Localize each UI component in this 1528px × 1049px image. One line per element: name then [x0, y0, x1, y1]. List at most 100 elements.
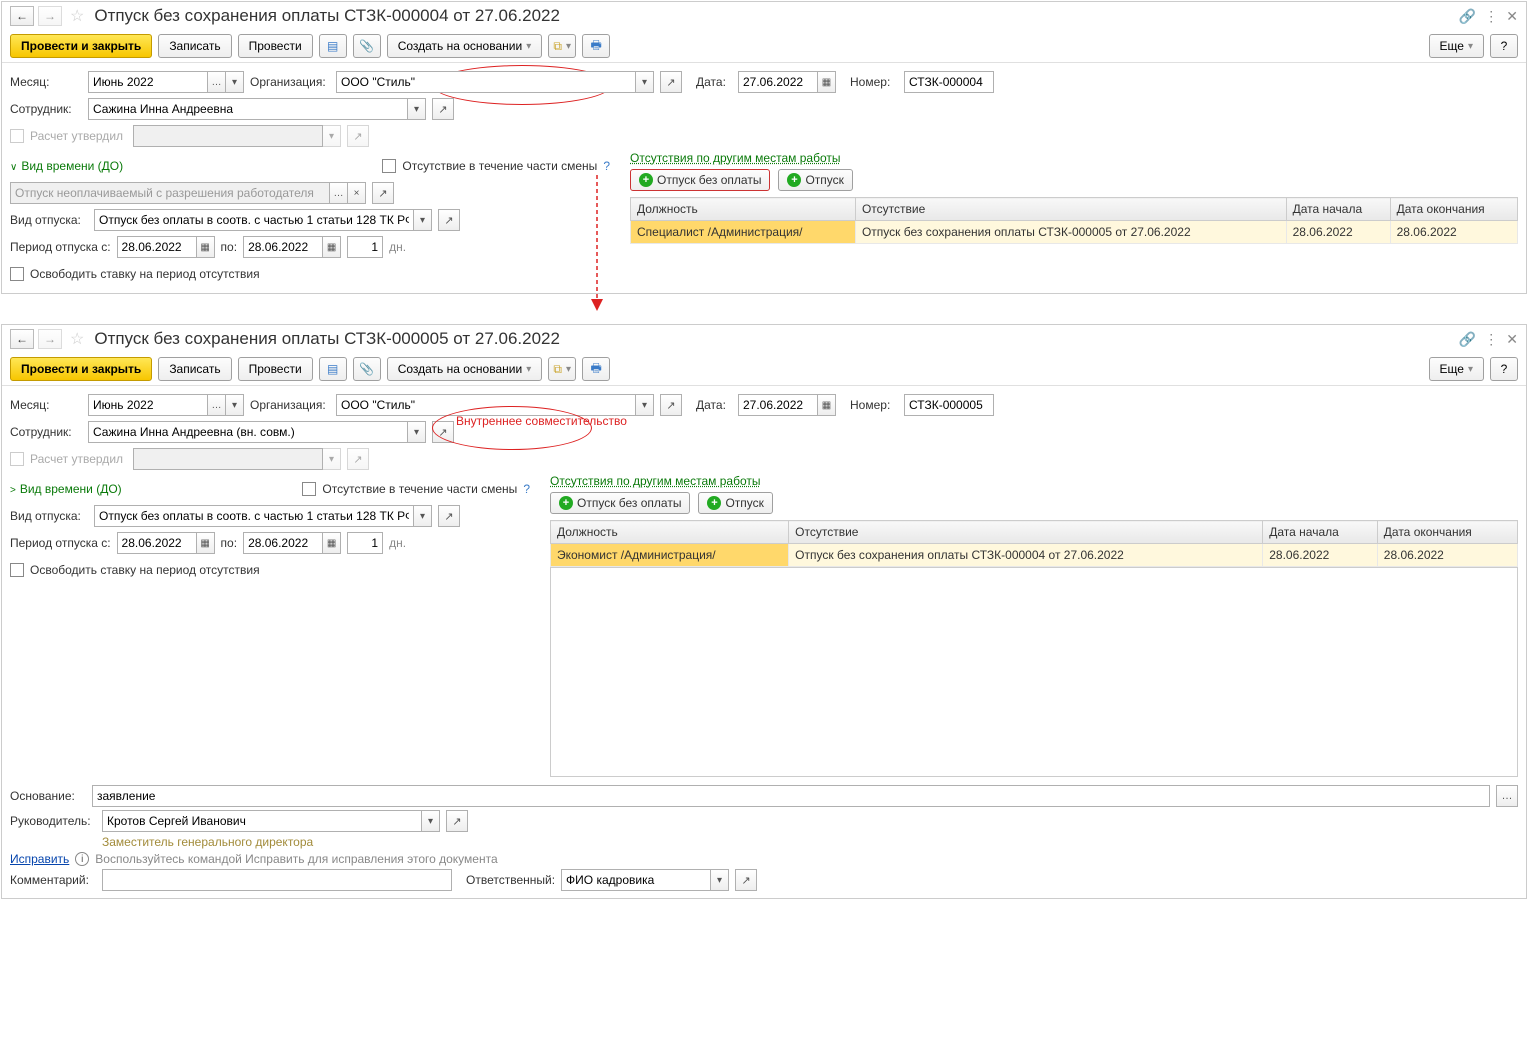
nav-back-button[interactable]: ←	[10, 329, 34, 349]
col-start[interactable]: Дата начала	[1286, 198, 1390, 221]
col-position[interactable]: Должность	[631, 198, 856, 221]
fix-link[interactable]: Исправить	[10, 852, 69, 866]
month-stepper[interactable]: ▾	[226, 394, 244, 416]
post-and-close-button[interactable]: Провести и закрыть	[10, 34, 152, 58]
absences-grid[interactable]: Должность Отсутствие Дата начала Дата ок…	[630, 197, 1518, 244]
create-on-basis-button[interactable]: Создать на основании ▾	[387, 357, 543, 381]
month-input[interactable]	[88, 71, 208, 93]
org-input[interactable]	[336, 71, 636, 93]
org-dropdown-button[interactable]: ▾	[636, 71, 654, 93]
list-view-button[interactable]: ▤	[319, 34, 347, 58]
col-end[interactable]: Дата окончания	[1390, 198, 1517, 221]
time-type-clear[interactable]: ×	[348, 182, 366, 204]
print-button[interactable]: 🖶	[582, 357, 610, 381]
favorite-star-icon[interactable]: ☆	[70, 6, 84, 26]
month-picker-button[interactable]: …	[208, 394, 226, 416]
time-type-open-button[interactable]: ↗	[372, 182, 394, 204]
create-unpaid-leave-button[interactable]: + Отпуск без оплаты	[550, 492, 690, 514]
col-start[interactable]: Дата начала	[1263, 521, 1378, 544]
comment-input[interactable]	[102, 869, 452, 891]
col-absence[interactable]: Отсутствие	[855, 198, 1286, 221]
attachment-button[interactable]: 📎	[353, 357, 381, 381]
nav-forward-button[interactable]: →	[38, 6, 62, 26]
grid-empty-area[interactable]	[550, 567, 1518, 777]
time-type-picker[interactable]: …	[330, 182, 348, 204]
org-open-button[interactable]: ↗	[660, 394, 682, 416]
partial-shift-help-icon[interactable]: ?	[603, 159, 610, 173]
close-icon[interactable]: ✕	[1506, 331, 1518, 348]
days-input[interactable]	[347, 236, 383, 258]
nav-back-button[interactable]: ←	[10, 6, 34, 26]
absences-other-jobs-link[interactable]: Отсутствия по другим местам работы	[550, 474, 760, 488]
vac-type-input[interactable]	[94, 209, 414, 231]
period-to-picker[interactable]: ▦	[323, 236, 341, 258]
col-absence[interactable]: Отсутствие	[789, 521, 1263, 544]
basis-input[interactable]	[92, 785, 1490, 807]
vac-type-open-button[interactable]: ↗	[438, 209, 460, 231]
responsible-input[interactable]	[561, 869, 711, 891]
date-input[interactable]	[738, 394, 818, 416]
period-to-picker[interactable]: ▦	[323, 532, 341, 554]
favorite-star-icon[interactable]: ☆	[70, 329, 84, 349]
time-type-collapsible[interactable]: Вид времени (ДО)	[10, 159, 123, 173]
employee-open-button[interactable]: ↗	[432, 98, 454, 120]
date-picker-button[interactable]: ▦	[818, 394, 836, 416]
period-from-picker[interactable]: ▦	[197, 236, 215, 258]
absences-other-jobs-link[interactable]: Отсутствия по другим местам работы	[630, 151, 840, 165]
col-end[interactable]: Дата окончания	[1377, 521, 1517, 544]
vac-type-input[interactable]	[94, 505, 414, 527]
absences-grid[interactable]: Должность Отсутствие Дата начала Дата ок…	[550, 520, 1518, 567]
partial-shift-checkbox[interactable]	[382, 159, 396, 173]
period-to-input[interactable]	[243, 236, 323, 258]
post-button[interactable]: Провести	[238, 34, 313, 58]
month-stepper[interactable]: ▾	[226, 71, 244, 93]
period-from-picker[interactable]: ▦	[197, 532, 215, 554]
link-icon[interactable]: 🔗	[1459, 8, 1476, 25]
create-unpaid-leave-button[interactable]: + Отпуск без оплаты	[630, 169, 770, 191]
vac-type-open-button[interactable]: ↗	[438, 505, 460, 527]
kebab-menu-icon[interactable]: ⋮	[1484, 331, 1498, 348]
copy-dropdown-button[interactable]: ⧉▾	[548, 34, 576, 58]
period-from-input[interactable]	[117, 532, 197, 554]
month-picker-button[interactable]: …	[208, 71, 226, 93]
period-to-input[interactable]	[243, 532, 323, 554]
org-input[interactable]	[336, 394, 636, 416]
save-button[interactable]: Записать	[158, 34, 231, 58]
org-open-button[interactable]: ↗	[660, 71, 682, 93]
manager-dropdown[interactable]: ▾	[422, 810, 440, 832]
copy-dropdown-button[interactable]: ⧉▾	[548, 357, 576, 381]
vac-type-dropdown[interactable]: ▾	[414, 505, 432, 527]
more-button[interactable]: Еще ▾	[1429, 34, 1484, 58]
responsible-dropdown[interactable]: ▾	[711, 869, 729, 891]
date-picker-button[interactable]: ▦	[818, 71, 836, 93]
org-dropdown-button[interactable]: ▾	[636, 394, 654, 416]
save-button[interactable]: Записать	[158, 357, 231, 381]
number-input[interactable]	[904, 394, 994, 416]
partial-shift-checkbox[interactable]	[302, 482, 316, 496]
print-button[interactable]: 🖶	[582, 34, 610, 58]
attachment-button[interactable]: 📎	[353, 34, 381, 58]
free-rate-checkbox[interactable]	[10, 563, 24, 577]
employee-open-button[interactable]: ↗	[432, 421, 454, 443]
post-button[interactable]: Провести	[238, 357, 313, 381]
free-rate-checkbox[interactable]	[10, 267, 24, 281]
employee-input[interactable]	[88, 421, 408, 443]
create-leave-button[interactable]: + Отпуск	[778, 169, 852, 191]
employee-input[interactable]	[88, 98, 408, 120]
responsible-open-button[interactable]: ↗	[735, 869, 757, 891]
basis-expand-button[interactable]: …	[1496, 785, 1518, 807]
post-and-close-button[interactable]: Провести и закрыть	[10, 357, 152, 381]
create-leave-button[interactable]: + Отпуск	[698, 492, 772, 514]
link-icon[interactable]: 🔗	[1459, 331, 1476, 348]
partial-shift-help-icon[interactable]: ?	[523, 482, 530, 496]
table-row[interactable]: Экономист /Администрация/ Отпуск без сох…	[551, 544, 1518, 567]
close-icon[interactable]: ✕	[1506, 8, 1518, 25]
employee-dropdown-button[interactable]: ▾	[408, 421, 426, 443]
create-on-basis-button[interactable]: Создать на основании ▾	[387, 34, 543, 58]
vac-type-dropdown[interactable]: ▾	[414, 209, 432, 231]
nav-forward-button[interactable]: →	[38, 329, 62, 349]
number-input[interactable]	[904, 71, 994, 93]
list-view-button[interactable]: ▤	[319, 357, 347, 381]
kebab-menu-icon[interactable]: ⋮	[1484, 8, 1498, 25]
time-type-collapsible[interactable]: Вид времени (ДО)	[10, 482, 122, 496]
